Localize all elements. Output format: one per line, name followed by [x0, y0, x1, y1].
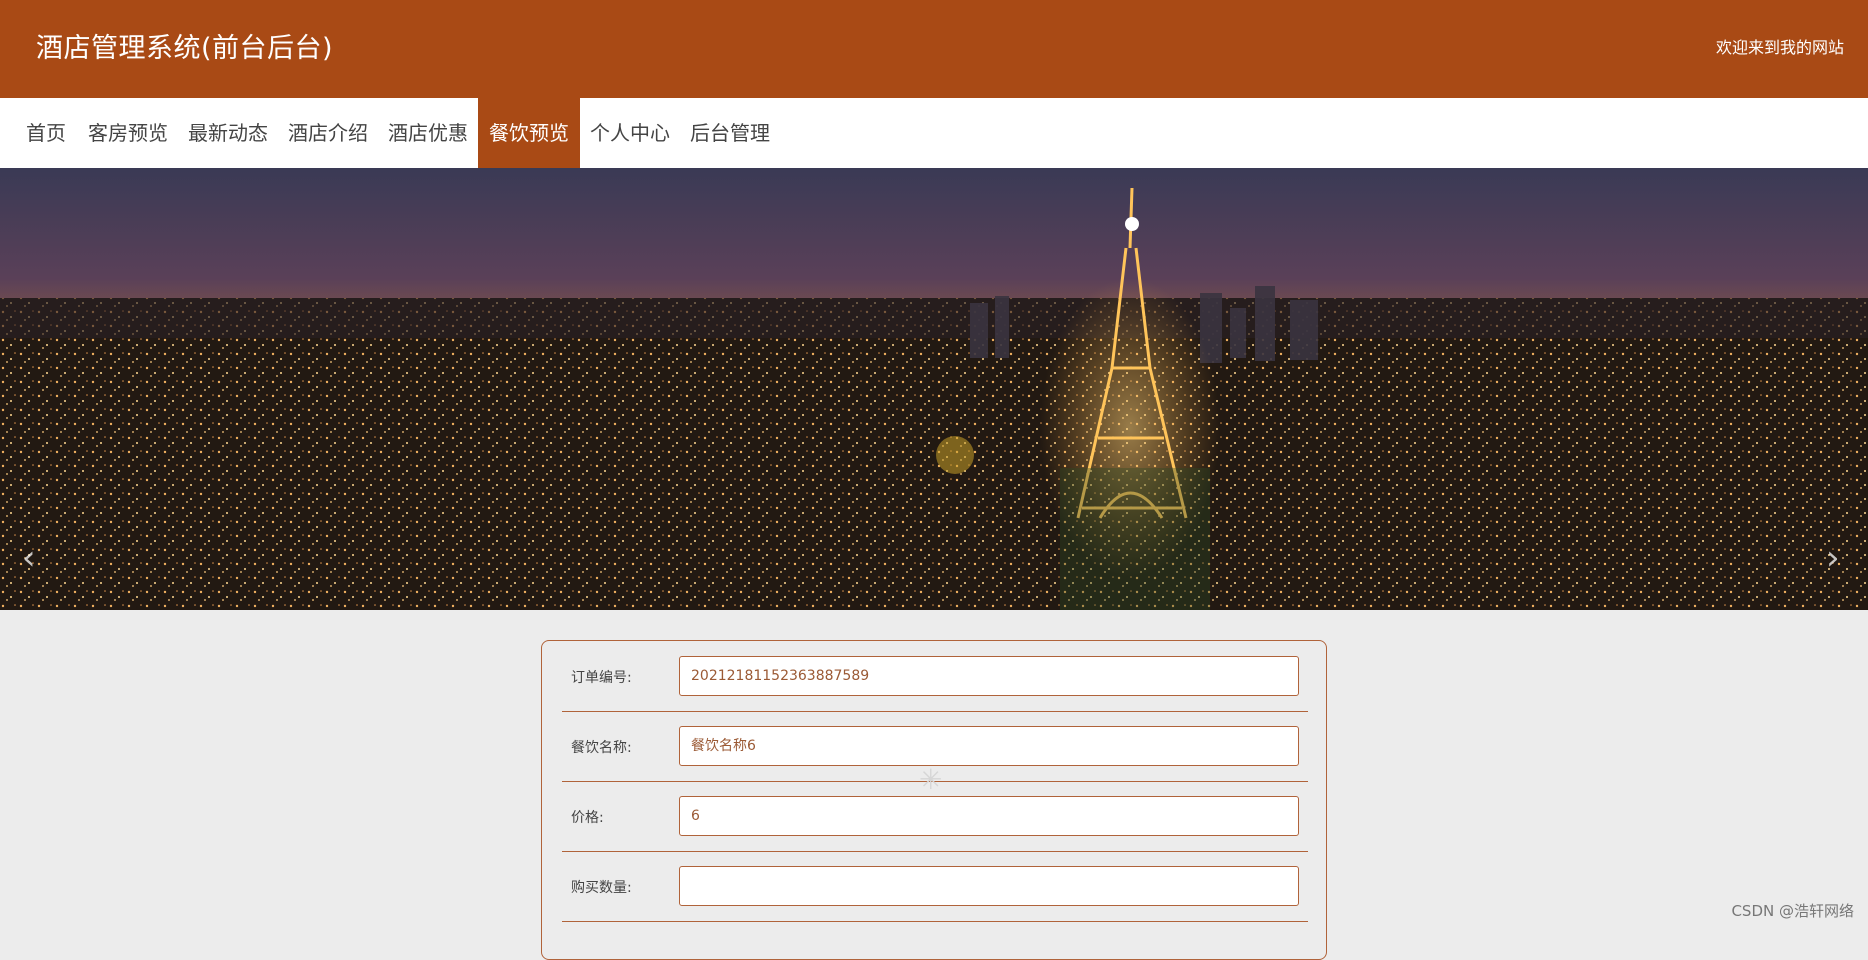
- main-nav: 首页 客房预览 最新动态 酒店介绍 酒店优惠 餐饮预览 个人中心 后台管理: [0, 98, 1868, 168]
- order-no-label: 订单编号:: [571, 670, 632, 686]
- carousel-prev-arrow[interactable]: ‹: [22, 538, 36, 578]
- nav-item-rooms[interactable]: 客房预览: [78, 98, 178, 168]
- nav-item-dining[interactable]: 餐饮预览: [478, 98, 580, 168]
- order-no-field[interactable]: 20212181152363887589: [679, 656, 1299, 696]
- nav-item-offers[interactable]: 酒店优惠: [378, 98, 478, 168]
- quantity-field[interactable]: [679, 866, 1299, 906]
- order-form: 订单编号: 20212181152363887589 餐饮名称: 餐饮名称6 价…: [541, 640, 1327, 960]
- site-title: 酒店管理系统(前台后台): [36, 33, 334, 64]
- nav-item-news[interactable]: 最新动态: [178, 98, 278, 168]
- dish-name-field[interactable]: 餐饮名称6: [679, 726, 1299, 766]
- loading-spinner-icon: ✳: [919, 763, 943, 796]
- nav-item-profile[interactable]: 个人中心: [580, 98, 680, 168]
- dish-name-label: 餐饮名称:: [571, 740, 632, 756]
- nav-item-admin[interactable]: 后台管理: [680, 98, 780, 168]
- form-row-order-no: 订单编号: 20212181152363887589: [562, 641, 1308, 712]
- nav-item-home[interactable]: 首页: [0, 98, 76, 168]
- price-field[interactable]: 6: [679, 796, 1299, 836]
- form-row-quantity: 购买数量:: [562, 851, 1308, 922]
- carousel-slide-image: [0, 168, 1868, 610]
- quantity-label: 购买数量:: [571, 880, 632, 896]
- price-label: 价格:: [571, 810, 604, 826]
- watermark: CSDN @浩轩网络: [1731, 902, 1854, 920]
- carousel-next-arrow[interactable]: ›: [1826, 538, 1840, 578]
- nav-item-about[interactable]: 酒店介绍: [278, 98, 378, 168]
- hero-carousel[interactable]: ‹ ›: [0, 168, 1868, 610]
- site-header: 酒店管理系统(前台后台) 欢迎来到我的网站: [0, 0, 1868, 98]
- welcome-text: 欢迎来到我的网站: [1715, 38, 1844, 57]
